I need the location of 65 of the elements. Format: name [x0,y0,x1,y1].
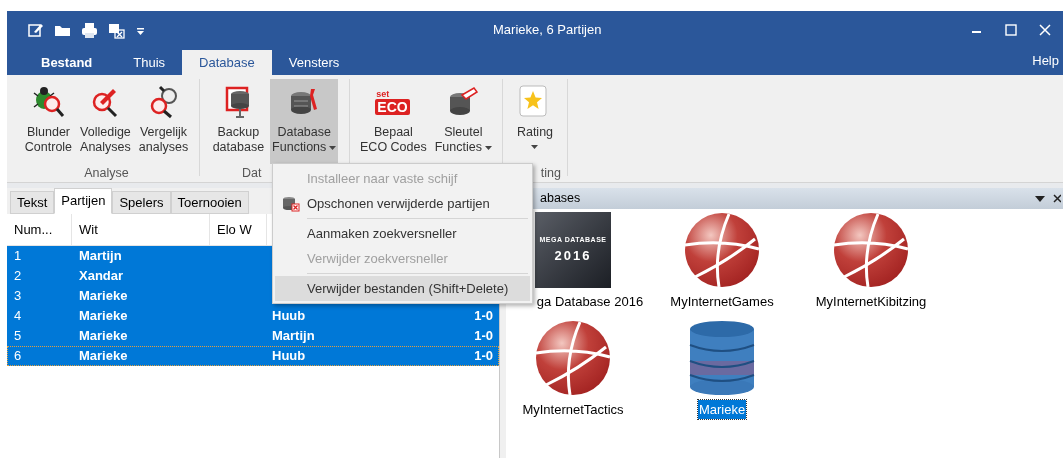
ribbon-tab[interactable]: Database [182,50,272,75]
panel-title: abases [540,190,581,208]
group-label: Dat [242,165,262,180]
panel-tab[interactable]: Toernooien [170,191,249,214]
table-row[interactable]: 4 Marieke Huub 1-0 [7,306,499,326]
menu-item[interactable]: Verwijder bestanden (Shift+Delete) [275,276,530,301]
ribbon-button[interactable]: Vergelijk analyses [136,79,191,164]
table-cell: Martijn [79,248,122,264]
ribbon-button[interactable]: Backup database [210,79,267,164]
ribbon-button[interactable]: Sleutel Functies [432,79,494,164]
ribbon-button[interactable]: Blunder Controle [22,79,75,164]
table-cell: 1 [14,248,22,264]
table-cell: 5 [14,328,22,344]
table-row[interactable]: 5 Marieke Martijn 1-0 [7,326,499,346]
database-icon[interactable] [687,318,757,397]
column-header[interactable]: Num... [7,214,72,245]
dropdown-icon[interactable] [1035,194,1045,203]
ribbon-button[interactable]: Database Functions [270,79,339,164]
menu-item[interactable]: Aanmaken zoekversneller [275,221,530,246]
printer-icon[interactable] [81,21,98,39]
bug-magnifier-icon [31,85,66,119]
database-label[interactable]: ga Database 2016 [535,292,645,312]
database-label[interactable]: MyInternetGames [669,292,775,312]
database-label[interactable]: MyInternetTactics [521,399,625,419]
menu-item[interactable]: Opschonen verwijderde partijen [275,191,530,216]
ribbon-tab[interactable]: Bestand [17,50,117,75]
table-cell: 2 [14,268,22,284]
table-cell: 1-0 [474,308,493,324]
table-cell: Marieke [79,288,128,304]
globe-icon[interactable] [832,211,910,289]
globe-icon[interactable] [683,211,761,289]
close-icon[interactable] [1053,194,1061,203]
edit-icon[interactable] [27,21,44,39]
table-cell: Marieke [79,308,128,324]
database-delete-icon[interactable] [108,21,125,39]
table-cell: 3 [14,288,22,304]
panel-tab[interactable]: Spelers [112,191,171,214]
ribbon-button[interactable]: Rating [514,79,556,164]
help-link[interactable]: Help [1032,50,1063,70]
database-label[interactable]: Marieke [697,399,747,419]
group-label: ting [540,165,561,180]
group-label: Analyse [84,165,129,180]
table-cell: Marieke [79,348,128,364]
maximize-icon[interactable] [1005,24,1017,36]
table-cell: Xandar [79,268,124,284]
ribbon-button[interactable]: set ECO Bepaal ECO Codes [358,79,429,164]
panel-tab[interactable]: Partijen [54,188,113,214]
ribbon-tab[interactable]: Vensters [271,50,357,75]
table-cell: 1-0 [474,328,493,344]
table-row[interactable]: 6 Marieke Huub 1-0 [7,346,499,366]
table-cell: 1-0 [474,348,493,364]
table-cell: Huub [272,308,306,324]
table-cell: 4 [14,308,22,324]
globe-icon[interactable] [534,318,612,397]
ribbon-button[interactable]: Volledige Analyses [78,79,133,164]
database-label[interactable]: MyInternetKibitzing [814,292,928,312]
table-cell: Huub [272,348,306,364]
table-cell: Martijn [272,328,315,344]
window-title: Marieke, 6 Partijen [493,21,602,40]
ribbon-tab[interactable]: Thuis [116,50,183,75]
column-header[interactable]: Wit [72,214,210,245]
panel-tab[interactable]: Tekst [10,191,55,214]
table-cell: Marieke [79,328,128,344]
column-header[interactable]: Elo W [210,214,267,245]
table-cell: 6 [14,348,22,364]
